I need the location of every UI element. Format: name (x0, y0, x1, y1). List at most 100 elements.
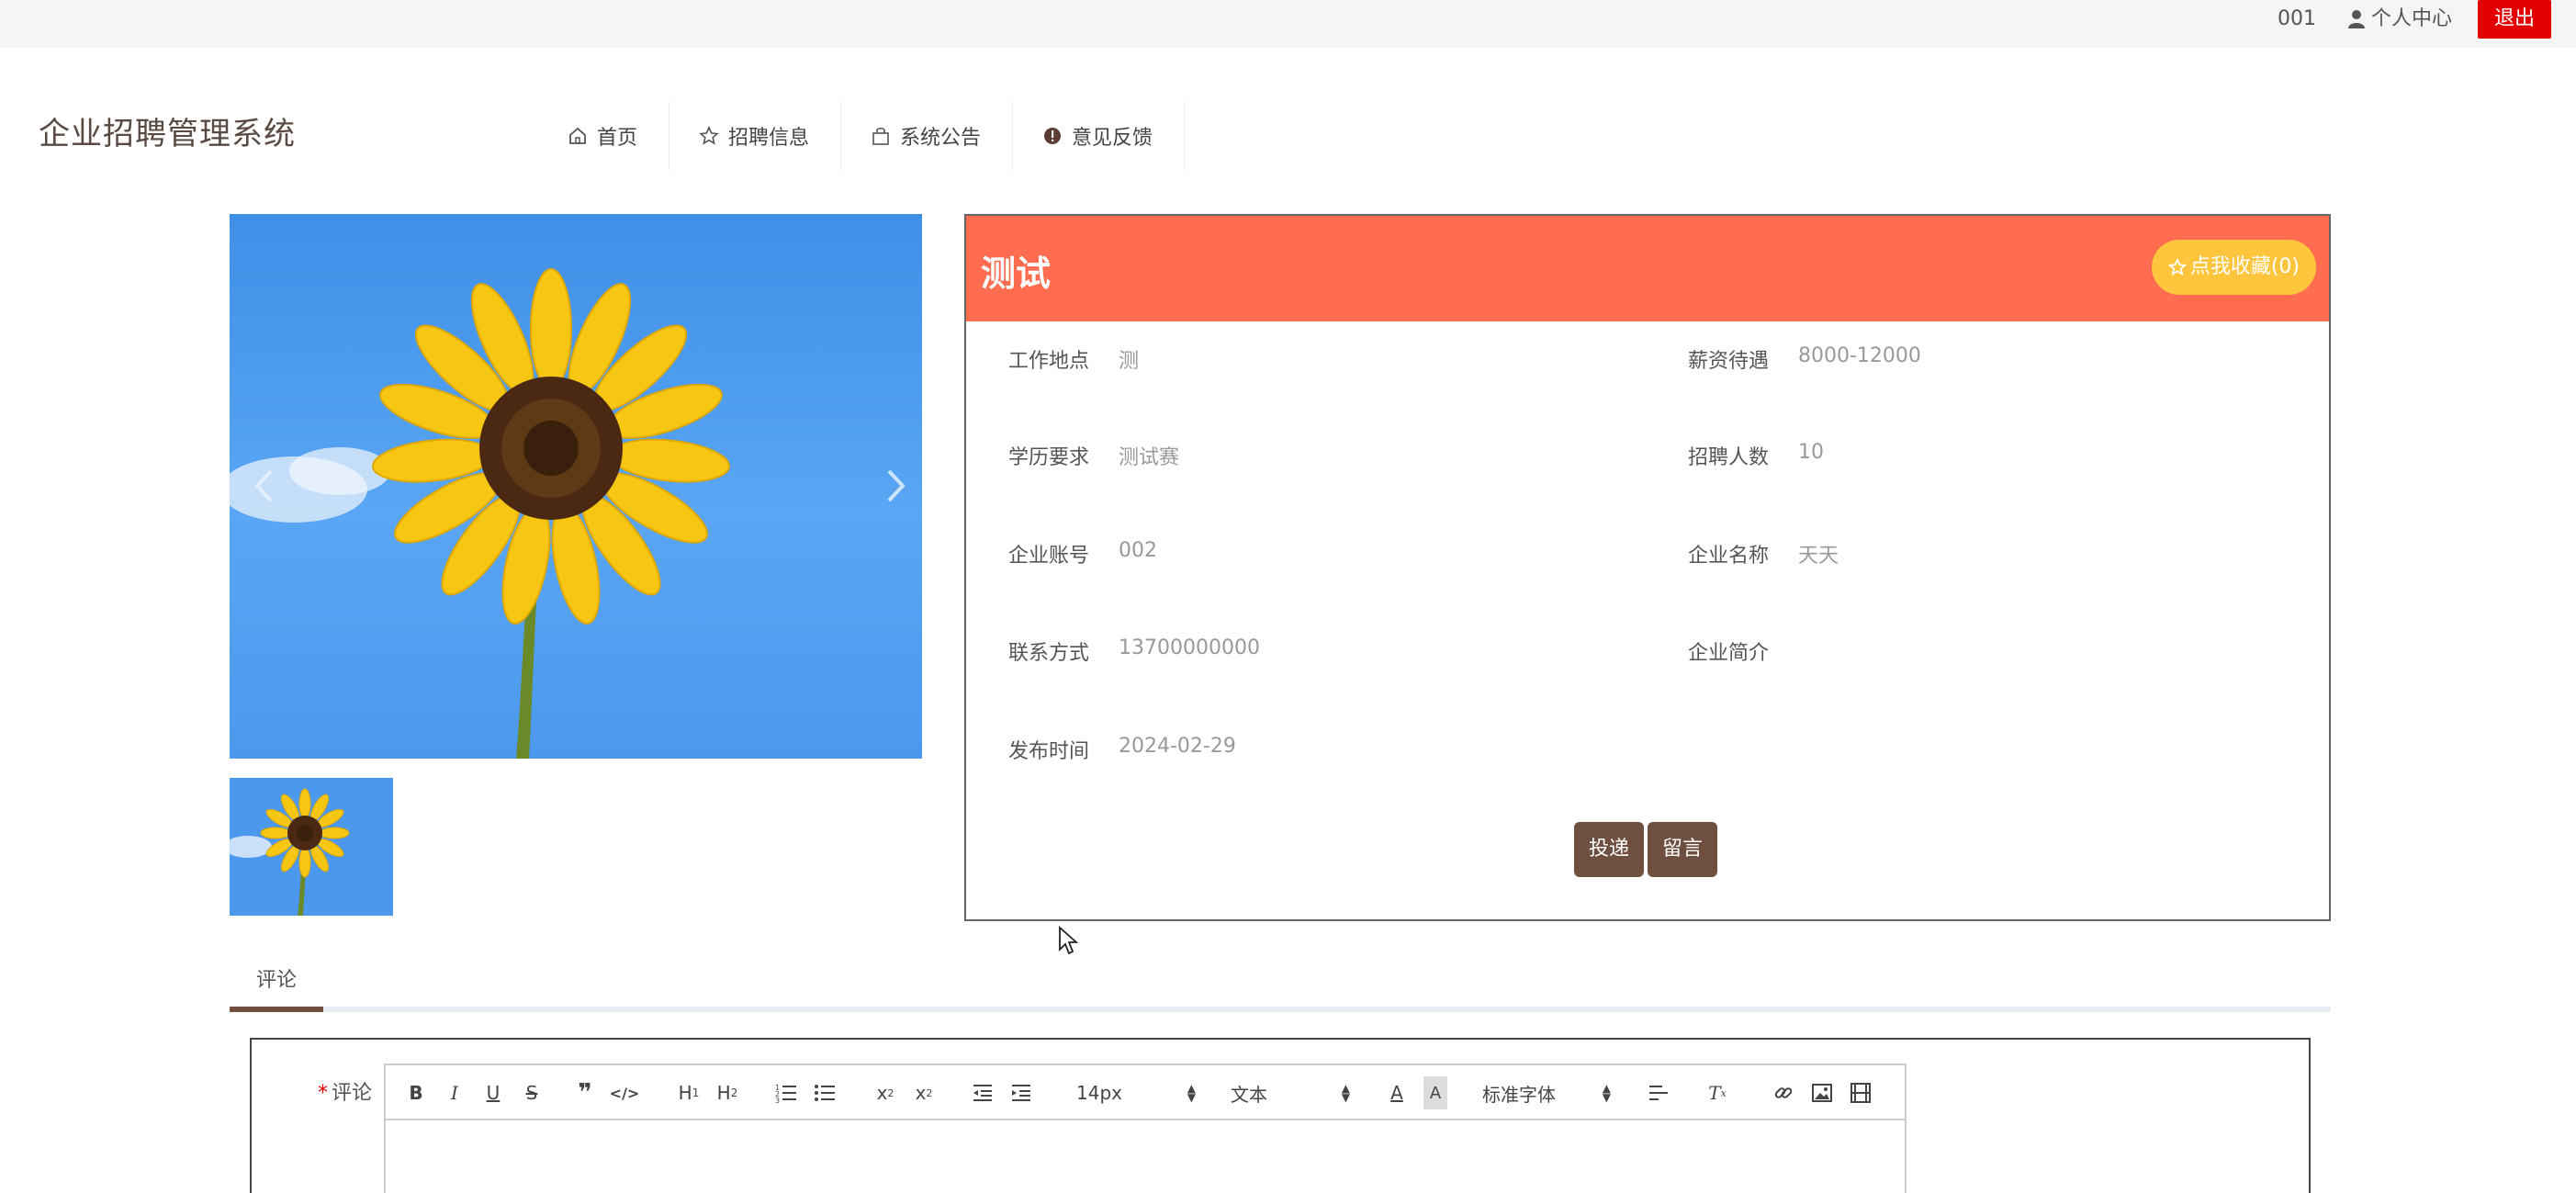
top-bar: 001 个人中心 退出 (0, 0, 2576, 48)
field-contact: 联系方式 13700000000 (1008, 636, 1260, 666)
job-image-carousel (230, 214, 922, 759)
nav-label-announcements: 系统公告 (900, 127, 982, 150)
field-intro: 企业简介 (1688, 636, 1798, 666)
company-value: 天天 (1798, 545, 1839, 568)
underline-icon[interactable]: U (481, 1076, 505, 1109)
field-headcount: 招聘人数 10 (1688, 441, 1824, 470)
contact-value: 13700000000 (1119, 636, 1260, 659)
user-id: 001 (2278, 7, 2316, 30)
headcount-value: 10 (1798, 441, 1824, 464)
editor-toolbar: B I U S ❞ </> H1 H2 123 x2 x2 14px ▲ ▼ 文… (386, 1065, 1905, 1120)
favorite-label: 点我收藏(0) (2189, 255, 2300, 278)
field-company: 企业名称 天天 (1688, 539, 1839, 568)
subscript-icon[interactable]: x2 (872, 1076, 898, 1109)
job-detail-panel: 测试 点我收藏(0) 工作地点 测 薪资待遇 8000-12000 学历要求 测… (964, 214, 2331, 921)
account-value: 002 (1119, 539, 1157, 562)
nav-item-home[interactable]: 首页 (538, 101, 670, 171)
rich-text-editor: B I U S ❞ </> H1 H2 123 x2 x2 14px ▲ ▼ 文… (384, 1064, 1907, 1193)
bullet-list-icon[interactable] (812, 1076, 838, 1109)
editor-content-area[interactable] (386, 1120, 1905, 1193)
video-icon[interactable] (1848, 1076, 1873, 1109)
nav-item-jobs[interactable]: 招聘信息 (669, 101, 842, 171)
location-label: 工作地点 (1008, 350, 1090, 373)
strikethrough-icon[interactable]: S (520, 1076, 544, 1109)
bold-icon[interactable]: B (404, 1076, 428, 1109)
apply-button[interactable]: 投递 (1574, 822, 1645, 877)
carousel-next-icon (887, 469, 906, 502)
salary-value: 8000-12000 (1798, 344, 1921, 367)
star-icon (699, 126, 719, 145)
comment-field-label: * 评论 (318, 1076, 372, 1106)
star-outline-icon (2167, 258, 2187, 276)
comment-form: * 评论 B I U S ❞ </> H1 H2 123 x2 x2 14px … (250, 1038, 2311, 1193)
select-arrows-icon: ▲ ▼ (1602, 1082, 1611, 1104)
image-icon[interactable] (1809, 1076, 1835, 1109)
nav-item-announcements[interactable]: 系统公告 (841, 101, 1014, 171)
field-account: 企业账号 002 (1008, 539, 1157, 568)
ordered-list-icon[interactable]: 123 (773, 1076, 799, 1109)
font-size-value: 14px (1076, 1082, 1122, 1104)
salary-label: 薪资待遇 (1688, 350, 1770, 373)
font-family-select[interactable]: 标准字体 ▲ ▼ (1482, 1076, 1611, 1109)
job-detail-header: 测试 点我收藏(0) (966, 216, 2329, 321)
nav-label-jobs: 招聘信息 (728, 127, 810, 150)
field-date: 发布时间 2024-02-29 (1008, 735, 1236, 764)
sunflower-image (230, 268, 906, 759)
nav-item-feedback[interactable]: 意见反馈 (1013, 101, 1186, 171)
comment-tabs: 评论 (230, 955, 2331, 1012)
nav-label-feedback: 意见反馈 (1072, 127, 1153, 150)
main-nav: 首页 招聘信息 系统公告 意见反馈 (538, 101, 1186, 171)
logout-button[interactable]: 退出 (2478, 0, 2551, 39)
site-title: 企业招聘管理系统 (39, 116, 296, 152)
date-label: 发布时间 (1008, 740, 1090, 763)
font-color-icon[interactable]: A (1385, 1076, 1409, 1109)
link-icon[interactable] (1771, 1076, 1796, 1109)
personal-center-link[interactable]: 个人中心 (2347, 0, 2452, 39)
italic-icon[interactable]: I (443, 1076, 467, 1109)
indent-icon[interactable] (1008, 1076, 1034, 1109)
job-title: 测试 (981, 253, 1052, 294)
align-left-icon[interactable] (1646, 1076, 1671, 1109)
image-thumbnail[interactable] (230, 778, 393, 916)
contact-label: 联系方式 (1008, 642, 1090, 665)
intro-label: 企业简介 (1688, 642, 1770, 665)
location-value: 测 (1119, 350, 1140, 373)
user-icon (2348, 10, 2365, 28)
comment-label-text: 评论 (332, 1082, 373, 1105)
field-education: 学历要求 测试赛 (1008, 441, 1179, 470)
block-type-value: 文本 (1231, 1083, 1267, 1106)
tab-comments[interactable]: 评论 (230, 955, 323, 1012)
heading-2-icon[interactable]: H2 (713, 1076, 742, 1109)
field-location: 工作地点 测 (1008, 344, 1139, 374)
svg-text:3: 3 (775, 1097, 780, 1103)
home-icon (569, 127, 586, 144)
date-value: 2024-02-29 (1119, 735, 1236, 758)
heading-1-icon[interactable]: H1 (674, 1076, 703, 1109)
nav-label-home: 首页 (597, 127, 638, 150)
personal-center-label: 个人中心 (2371, 7, 2453, 30)
education-label: 学历要求 (1008, 446, 1090, 469)
outdent-icon[interactable] (970, 1076, 996, 1109)
select-arrows-icon: ▲ ▼ (1187, 1082, 1196, 1104)
headcount-label: 招聘人数 (1688, 446, 1770, 469)
alert-icon (1044, 128, 1062, 144)
education-value: 测试赛 (1119, 446, 1180, 469)
mouse-cursor-icon (1059, 926, 1078, 955)
select-arrows-icon: ▲ ▼ (1341, 1082, 1350, 1104)
block-type-select[interactable]: 文本 ▲ ▼ (1231, 1076, 1350, 1109)
field-salary: 薪资待遇 8000-12000 (1688, 344, 1921, 374)
font-family-value: 标准字体 (1482, 1083, 1556, 1106)
sunflower-thumbnail-image (230, 788, 350, 916)
background-color-icon[interactable]: A (1423, 1076, 1447, 1109)
blockquote-icon[interactable]: ❞ (573, 1076, 597, 1109)
bag-icon (872, 127, 889, 145)
message-button[interactable]: 留言 (1648, 822, 1718, 877)
required-mark: * (318, 1082, 328, 1105)
favorite-button[interactable]: 点我收藏(0) (2151, 240, 2316, 295)
code-block-icon[interactable]: </> (610, 1076, 640, 1109)
account-label: 企业账号 (1008, 545, 1090, 568)
clear-format-icon[interactable]: Tx (1704, 1076, 1730, 1109)
font-size-select[interactable]: 14px ▲ ▼ (1076, 1076, 1196, 1109)
company-label: 企业名称 (1688, 545, 1770, 568)
superscript-icon[interactable]: x2 (911, 1076, 937, 1109)
